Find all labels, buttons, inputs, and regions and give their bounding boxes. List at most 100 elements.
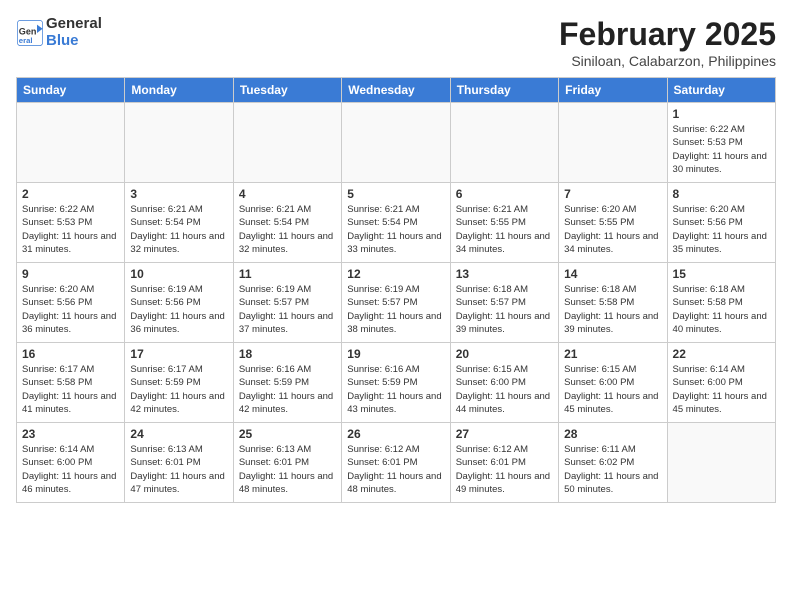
calendar-cell: 12 Sunrise: 6:19 AM Sunset: 5:57 PM Dayli… bbox=[342, 263, 450, 343]
day-number: 13 bbox=[456, 267, 553, 281]
weekday-header-saturday: Saturday bbox=[667, 78, 775, 103]
weekday-header-thursday: Thursday bbox=[450, 78, 558, 103]
day-info: Sunrise: 6:20 AM Sunset: 5:56 PM Dayligh… bbox=[22, 283, 119, 336]
calendar-cell: 25 Sunrise: 6:13 AM Sunset: 6:01 PM Dayli… bbox=[233, 423, 341, 503]
day-info: Sunrise: 6:20 AM Sunset: 5:56 PM Dayligh… bbox=[673, 203, 770, 256]
calendar-cell: 11 Sunrise: 6:19 AM Sunset: 5:57 PM Dayli… bbox=[233, 263, 341, 343]
calendar-cell: 13Sunrise: 6:18 AM Sunset: 5:57 PM Dayli… bbox=[450, 263, 558, 343]
day-info: Sunrise: 6:21 AM Sunset: 5:54 PM Dayligh… bbox=[347, 203, 444, 256]
calendar-cell: 23Sunrise: 6:14 AM Sunset: 6:00 PM Dayli… bbox=[17, 423, 125, 503]
day-info: Sunrise: 6:13 AM Sunset: 6:01 PM Dayligh… bbox=[239, 443, 336, 496]
day-number: 16 bbox=[22, 347, 119, 361]
header: Gen eral General Blue February 2025 Sini… bbox=[16, 16, 776, 69]
day-info: Sunrise: 6:15 AM Sunset: 6:00 PM Dayligh… bbox=[456, 363, 553, 416]
day-info: Sunrise: 6:15 AM Sunset: 6:00 PM Dayligh… bbox=[564, 363, 661, 416]
calendar-cell: 16 Sunrise: 6:17 AM Sunset: 5:58 PM Dayli… bbox=[17, 343, 125, 423]
day-number: 11 bbox=[239, 267, 336, 281]
day-number: 1 bbox=[673, 107, 770, 121]
location: Siniloan, Calabarzon, Philippines bbox=[559, 53, 776, 69]
day-number: 17 bbox=[130, 347, 227, 361]
day-number: 7 bbox=[564, 187, 661, 201]
day-info: Sunrise: 6:18 AM Sunset: 5:58 PM Dayligh… bbox=[673, 283, 770, 336]
logo: Gen eral General Blue bbox=[16, 16, 102, 49]
day-number: 26 bbox=[347, 427, 444, 441]
calendar-cell: 20Sunrise: 6:15 AM Sunset: 6:00 PM Dayli… bbox=[450, 343, 558, 423]
day-number: 27 bbox=[456, 427, 553, 441]
day-number: 25 bbox=[239, 427, 336, 441]
day-number: 3 bbox=[130, 187, 227, 201]
svg-text:Gen: Gen bbox=[19, 26, 37, 36]
day-info: Sunrise: 6:13 AM Sunset: 6:01 PM Dayligh… bbox=[130, 443, 227, 496]
day-info: Sunrise: 6:12 AM Sunset: 6:01 PM Dayligh… bbox=[347, 443, 444, 496]
day-number: 5 bbox=[347, 187, 444, 201]
calendar-cell: 26 Sunrise: 6:12 AM Sunset: 6:01 PM Dayli… bbox=[342, 423, 450, 503]
calendar-cell: 4 Sunrise: 6:21 AM Sunset: 5:54 PM Daylig… bbox=[233, 183, 341, 263]
logo-icon: Gen eral bbox=[16, 19, 44, 47]
day-number: 19 bbox=[347, 347, 444, 361]
logo-blue: Blue bbox=[46, 33, 102, 50]
weekday-header-tuesday: Tuesday bbox=[233, 78, 341, 103]
calendar-cell bbox=[667, 423, 775, 503]
day-info: Sunrise: 6:19 AM Sunset: 5:56 PM Dayligh… bbox=[130, 283, 227, 336]
calendar-cell bbox=[342, 103, 450, 183]
weekday-header-wednesday: Wednesday bbox=[342, 78, 450, 103]
calendar-cell: 14 Sunrise: 6:18 AM Sunset: 5:58 PM Dayli… bbox=[559, 263, 667, 343]
day-info: Sunrise: 6:12 AM Sunset: 6:01 PM Dayligh… bbox=[456, 443, 553, 496]
calendar-week-3: 9Sunrise: 6:20 AM Sunset: 5:56 PM Daylig… bbox=[17, 263, 776, 343]
day-info: Sunrise: 6:17 AM Sunset: 5:58 PM Dayligh… bbox=[22, 363, 119, 416]
day-number: 12 bbox=[347, 267, 444, 281]
calendar: SundayMondayTuesdayWednesdayThursdayFrid… bbox=[16, 77, 776, 503]
calendar-cell: 22Sunrise: 6:14 AM Sunset: 6:00 PM Dayli… bbox=[667, 343, 775, 423]
svg-text:eral: eral bbox=[19, 35, 33, 44]
calendar-cell: 5 Sunrise: 6:21 AM Sunset: 5:54 PM Daylig… bbox=[342, 183, 450, 263]
day-info: Sunrise: 6:18 AM Sunset: 5:58 PM Dayligh… bbox=[564, 283, 661, 336]
day-number: 24 bbox=[130, 427, 227, 441]
calendar-cell: 6 Sunrise: 6:21 AM Sunset: 5:55 PM Daylig… bbox=[450, 183, 558, 263]
day-info: Sunrise: 6:22 AM Sunset: 5:53 PM Dayligh… bbox=[673, 123, 770, 176]
day-number: 6 bbox=[456, 187, 553, 201]
calendar-cell: 24 Sunrise: 6:13 AM Sunset: 6:01 PM Dayli… bbox=[125, 423, 233, 503]
weekday-header-friday: Friday bbox=[559, 78, 667, 103]
day-info: Sunrise: 6:14 AM Sunset: 6:00 PM Dayligh… bbox=[22, 443, 119, 496]
calendar-cell bbox=[17, 103, 125, 183]
day-info: Sunrise: 6:17 AM Sunset: 5:59 PM Dayligh… bbox=[130, 363, 227, 416]
calendar-cell bbox=[125, 103, 233, 183]
calendar-cell: 19 Sunrise: 6:16 AM Sunset: 5:59 PM Dayli… bbox=[342, 343, 450, 423]
calendar-cell bbox=[233, 103, 341, 183]
day-number: 4 bbox=[239, 187, 336, 201]
day-info: Sunrise: 6:11 AM Sunset: 6:02 PM Dayligh… bbox=[564, 443, 661, 496]
day-number: 10 bbox=[130, 267, 227, 281]
calendar-week-2: 2Sunrise: 6:22 AM Sunset: 5:53 PM Daylig… bbox=[17, 183, 776, 263]
day-info: Sunrise: 6:14 AM Sunset: 6:00 PM Dayligh… bbox=[673, 363, 770, 416]
calendar-cell: 8 Sunrise: 6:20 AM Sunset: 5:56 PM Daylig… bbox=[667, 183, 775, 263]
calendar-cell: 28Sunrise: 6:11 AM Sunset: 6:02 PM Dayli… bbox=[559, 423, 667, 503]
day-info: Sunrise: 6:21 AM Sunset: 5:54 PM Dayligh… bbox=[239, 203, 336, 256]
day-number: 15 bbox=[673, 267, 770, 281]
calendar-week-5: 23Sunrise: 6:14 AM Sunset: 6:00 PM Dayli… bbox=[17, 423, 776, 503]
day-info: Sunrise: 6:19 AM Sunset: 5:57 PM Dayligh… bbox=[347, 283, 444, 336]
day-number: 21 bbox=[564, 347, 661, 361]
calendar-cell: 27 Sunrise: 6:12 AM Sunset: 6:01 PM Dayli… bbox=[450, 423, 558, 503]
weekday-row: SundayMondayTuesdayWednesdayThursdayFrid… bbox=[17, 78, 776, 103]
day-info: Sunrise: 6:20 AM Sunset: 5:55 PM Dayligh… bbox=[564, 203, 661, 256]
day-info: Sunrise: 6:21 AM Sunset: 5:54 PM Dayligh… bbox=[130, 203, 227, 256]
day-info: Sunrise: 6:16 AM Sunset: 5:59 PM Dayligh… bbox=[239, 363, 336, 416]
day-number: 8 bbox=[673, 187, 770, 201]
calendar-header: SundayMondayTuesdayWednesdayThursdayFrid… bbox=[17, 78, 776, 103]
day-info: Sunrise: 6:19 AM Sunset: 5:57 PM Dayligh… bbox=[239, 283, 336, 336]
month-title: February 2025 bbox=[559, 16, 776, 53]
day-info: Sunrise: 6:21 AM Sunset: 5:55 PM Dayligh… bbox=[456, 203, 553, 256]
calendar-cell: 7 Sunrise: 6:20 AM Sunset: 5:55 PM Daylig… bbox=[559, 183, 667, 263]
day-number: 14 bbox=[564, 267, 661, 281]
calendar-cell: 18Sunrise: 6:16 AM Sunset: 5:59 PM Dayli… bbox=[233, 343, 341, 423]
calendar-cell: 9Sunrise: 6:20 AM Sunset: 5:56 PM Daylig… bbox=[17, 263, 125, 343]
day-info: Sunrise: 6:16 AM Sunset: 5:59 PM Dayligh… bbox=[347, 363, 444, 416]
calendar-cell: 15 Sunrise: 6:18 AM Sunset: 5:58 PM Dayli… bbox=[667, 263, 775, 343]
weekday-header-sunday: Sunday bbox=[17, 78, 125, 103]
calendar-cell: 1 Sunrise: 6:22 AM Sunset: 5:53 PM Daylig… bbox=[667, 103, 775, 183]
calendar-cell bbox=[450, 103, 558, 183]
calendar-body: 1 Sunrise: 6:22 AM Sunset: 5:53 PM Daylig… bbox=[17, 103, 776, 503]
calendar-cell bbox=[559, 103, 667, 183]
calendar-cell: 3 Sunrise: 6:21 AM Sunset: 5:54 PM Daylig… bbox=[125, 183, 233, 263]
calendar-week-4: 16 Sunrise: 6:17 AM Sunset: 5:58 PM Dayli… bbox=[17, 343, 776, 423]
